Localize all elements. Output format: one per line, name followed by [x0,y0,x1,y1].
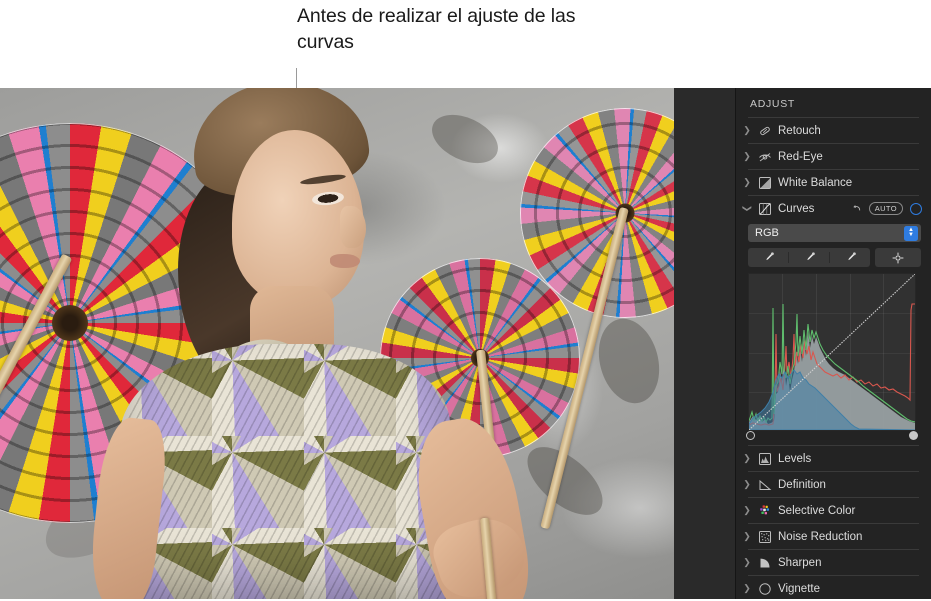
vignette-circle-icon [759,582,771,595]
panel-title: ADJUST [750,98,796,110]
histogram-plot [749,274,915,430]
blue-circle-toggle-icon[interactable] [910,202,922,215]
adjust-row-label: Curves [778,202,815,215]
chevron-right-icon[interactable]: ❯ [742,531,752,542]
triangle-ramp-icon [759,479,772,490]
reset-arrow-icon[interactable] [851,203,862,214]
adjust-row-vignette[interactable]: ❯ Vignette [736,576,931,601]
white-point-eyedropper[interactable] [830,252,870,263]
bandage-icon [760,126,770,135]
crosshair-icon [892,252,904,263]
curves-grid-icon [759,202,771,215]
image-canvas[interactable] [0,88,735,599]
curve-point-handles [746,431,918,445]
adjust-row-white-balance[interactable]: ❯ White Balance [736,170,931,195]
adjust-row-label: Definition [778,478,826,491]
eyedropper-icon [847,252,856,261]
curves-tool-row [748,248,921,267]
gray-point-eyedropper[interactable] [789,252,830,263]
adjust-row-label: Noise Reduction [778,530,863,543]
chevron-right-icon[interactable]: ❯ [742,177,752,188]
channel-select[interactable]: RGB ▲ ▼ [748,224,921,242]
stepper-updown-icon[interactable]: ▲ ▼ [904,225,918,241]
patterned-dress [120,344,450,599]
adjust-inspector-panel: ADJUST ❯ Retouch ❯ Red-Eye ❯ White Balan… [735,88,931,599]
stepper-down-arrow: ▼ [908,232,914,238]
adjust-row-red-eye[interactable]: ❯ Red-Eye [736,144,931,169]
curves-row-controls: AUTO [851,201,931,216]
curves-body: RGB ▲ ▼ [736,221,931,445]
adjust-row-definition[interactable]: ❯ Definition [736,472,931,497]
auto-button[interactable]: AUTO [868,201,903,216]
target-picker-button[interactable] [875,248,921,267]
channel-select-value: RGB [755,227,779,239]
eyedropper-group [748,248,870,267]
photo-preview[interactable] [0,88,674,599]
callout-text: Antes de realizar el ajuste de las curva… [297,5,576,53]
black-point-eyedropper[interactable] [748,252,789,263]
adjust-row-curves[interactable]: ❯ Curves AUTO [736,196,931,221]
adjust-row-label: Selective Color [778,504,856,517]
adjust-row-sharpen[interactable]: ❯ Sharpen [736,550,931,575]
white-point-handle[interactable] [909,431,918,440]
adjust-row-noise-reduction[interactable]: ❯ Noise Reduction [736,524,931,549]
chevron-right-icon[interactable]: ❯ [742,125,752,136]
adjust-row-label: Levels [778,452,812,465]
chevron-right-icon[interactable]: ❯ [742,505,752,516]
eyedropper-icon [765,252,774,261]
chevron-down-icon[interactable]: ❯ [742,204,753,214]
adjust-row-retouch[interactable]: ❯ Retouch [736,118,931,143]
split-square-icon [759,176,771,189]
chevron-right-icon[interactable]: ❯ [742,479,752,490]
crossed-eye-icon [759,152,771,161]
adjust-row-levels[interactable]: ❯ Levels [736,446,931,471]
curves-histogram[interactable] [748,273,916,431]
color-dots-icon [760,504,769,514]
eyedropper-icon [806,252,815,261]
adjust-row-label: White Balance [778,176,853,189]
levels-icon [759,452,771,465]
nose [340,206,366,248]
chevron-right-icon[interactable]: ❯ [742,453,752,464]
adjust-row-label: Sharpen [778,556,822,569]
sharpen-wedge-icon [760,558,770,567]
adjust-row-label: Red-Eye [778,150,823,163]
black-point-handle[interactable] [746,431,755,440]
adjust-row-selective-color[interactable]: ❯ Selective Color [736,498,931,523]
noise-grid-icon [759,530,771,543]
adjust-row-label: Retouch [778,124,821,137]
adjust-row-label: Vignette [778,582,820,595]
lips [330,254,360,268]
chevron-right-icon[interactable]: ❯ [742,151,752,162]
chevron-right-icon[interactable]: ❯ [742,583,752,594]
chevron-right-icon[interactable]: ❯ [742,557,752,568]
